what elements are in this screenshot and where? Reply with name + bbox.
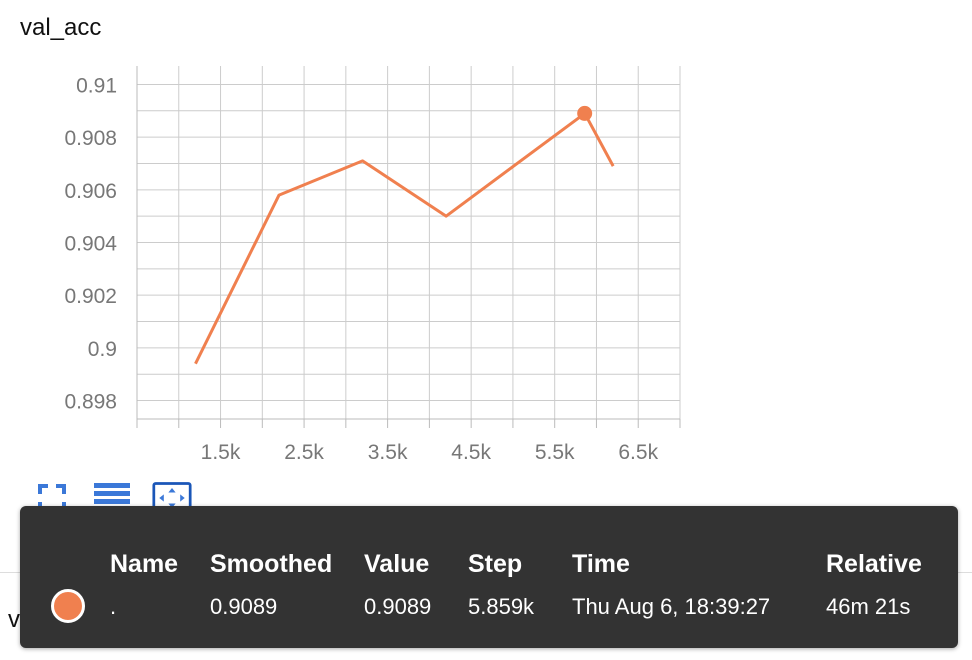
y-tick-label: 0.91	[76, 74, 117, 97]
row-smoothed: 0.9089	[210, 594, 278, 619]
chart-grid	[136, 66, 681, 419]
series-layer	[194, 105, 615, 365]
x-tick-label: 6.5k	[618, 441, 658, 464]
series-line	[194, 111, 615, 365]
y-tick-label: 0.898	[64, 391, 117, 414]
row-name: .	[110, 594, 117, 619]
y-tick-label: 0.902	[64, 285, 117, 308]
row-value: 0.9089	[364, 594, 432, 619]
chart-axes	[136, 66, 681, 428]
y-tick-label: 0.904	[64, 233, 117, 256]
y-tick-label: 0.908	[64, 127, 117, 150]
x-tick-label: 4.5k	[451, 441, 491, 464]
line-chart[interactable]: 0.91 0.908 0.906 0.904 0.902 0.9 0.898 1.5k 2.5k…	[0, 0, 972, 470]
header-name: Name	[110, 550, 179, 578]
x-tick-label: 5.5k	[535, 441, 575, 464]
data-tooltip: Name Smoothed Value Step Time Relative .…	[20, 506, 958, 648]
header-time: Time	[572, 550, 630, 578]
header-value: Value	[364, 550, 430, 578]
row-step: 5.859k	[468, 594, 535, 619]
row-time: Thu Aug 6, 18:39:27	[572, 594, 771, 619]
header-relative: Relative	[826, 550, 922, 578]
x-tick-label: 1.5k	[201, 441, 241, 464]
y-tick-label: 0.906	[64, 180, 117, 203]
x-tick-label: 2.5k	[284, 441, 324, 464]
highlighted-data-point	[577, 105, 593, 121]
header-step: Step	[468, 550, 523, 578]
header-smoothed: Smoothed	[210, 550, 333, 578]
y-tick-label: 0.9	[88, 338, 117, 361]
row-relative: 46m 21s	[826, 594, 911, 619]
x-tick-label: 3.5k	[368, 441, 408, 464]
series-color-swatch	[51, 589, 85, 623]
